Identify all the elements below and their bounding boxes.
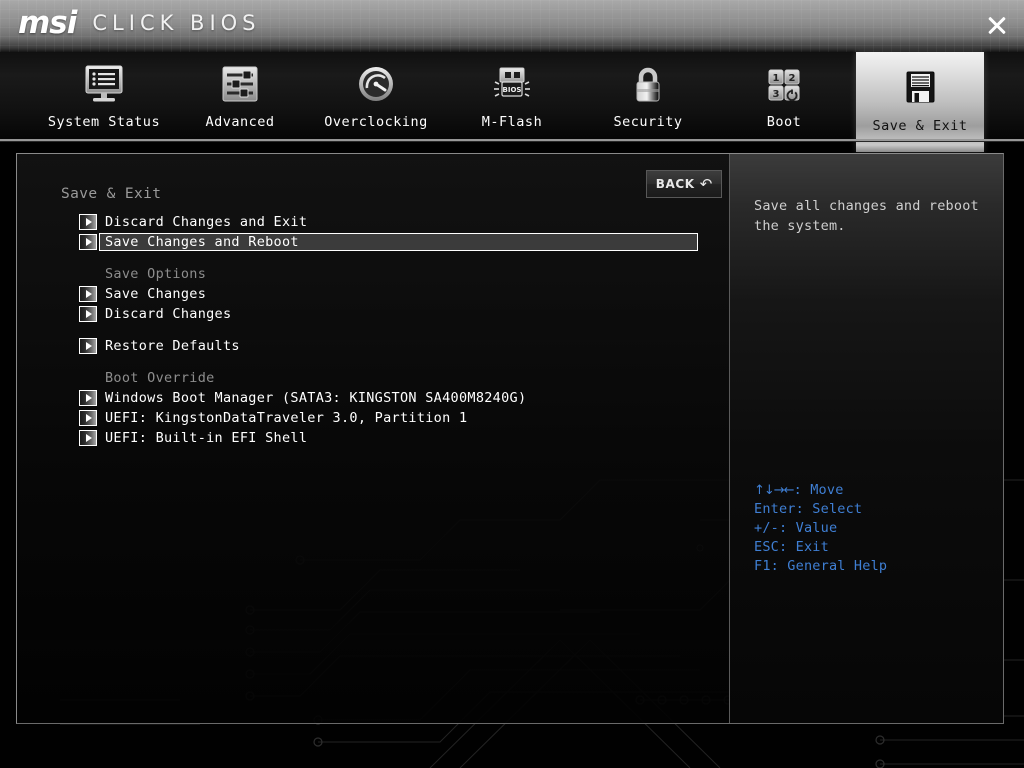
menu-section-label: Boot Override (105, 370, 215, 386)
svg-text:1: 1 (773, 73, 780, 84)
msi-wordmark: msi (18, 5, 77, 41)
arrow-keys-icon: ↑↓→← (754, 483, 795, 498)
click-bios-wordmark: CLICK BIOS (92, 11, 261, 35)
back-button-label: BACK (655, 177, 695, 191)
hotkey-action: : Move (793, 482, 844, 498)
bios-screen: msi CLICK BIOS System Status Advanced Ov… (0, 0, 1024, 768)
arrow-right-icon[interactable] (79, 234, 97, 250)
usb-bios-icon: BIOS (490, 60, 534, 110)
hotkey-legend: ↑↓→←: Move Enter: Select +/-: Value ESC:… (754, 481, 887, 576)
hotkey-action: : Exit (778, 539, 829, 555)
help-description: Save all changes and reboot the system. (754, 198, 979, 234)
menu-section-save-options: Save Options (17, 264, 729, 284)
main-navigation: System Status Advanced Overclocking BIOS… (0, 52, 1024, 152)
tab-m-flash[interactable]: BIOS M-Flash (450, 52, 574, 141)
hotkey-key: Enter (754, 501, 796, 517)
close-icon[interactable] (984, 12, 1010, 38)
tab-label: Boot (766, 114, 802, 130)
tab-label: Overclocking (324, 114, 428, 130)
brand-logo: msi CLICK BIOS (18, 6, 261, 40)
hotkey-select: Enter: Select (754, 500, 887, 519)
menu-item-label: Save Changes (105, 286, 207, 302)
sliders-icon (218, 60, 262, 110)
tab-label: Advanced (205, 114, 275, 130)
hotkey-key: ESC (754, 539, 779, 555)
gauge-icon (354, 60, 398, 110)
arrow-right-icon[interactable] (79, 390, 97, 406)
settings-menu: Discard Changes and Exit Save Changes an… (17, 212, 729, 448)
menu-item-label: UEFI: KingstonDataTraveler 3.0, Partitio… (105, 410, 468, 426)
menu-item-label: Restore Defaults (105, 338, 240, 354)
arrow-right-icon[interactable] (79, 338, 97, 354)
content-panel: Save & Exit BACK ↶ Discard Changes and E… (16, 153, 1004, 724)
svg-text:3: 3 (773, 89, 780, 100)
menu-item-label: Discard Changes (105, 306, 232, 322)
tab-label: Save & Exit (872, 118, 968, 134)
tabbar-separator (0, 139, 1024, 142)
page-title: Save & Exit (61, 186, 162, 202)
hotkey-action: : General Help (770, 558, 888, 574)
hotkey-action: : Select (795, 501, 863, 517)
menu-spacer (17, 356, 729, 368)
menu-item-uefi-built-in-efi-shell[interactable]: UEFI: Built-in EFI Shell (17, 428, 729, 448)
floppy-disk-icon (898, 64, 942, 114)
settings-pane: Save & Exit BACK ↶ Discard Changes and E… (17, 154, 729, 723)
menu-item-uefi-kingston-datatraveler[interactable]: UEFI: KingstonDataTraveler 3.0, Partitio… (17, 408, 729, 428)
tab-label: M-Flash (481, 114, 543, 130)
boot-order-icon: 123 (762, 60, 806, 110)
back-button[interactable]: BACK ↶ (646, 170, 722, 198)
svg-text:2: 2 (789, 73, 796, 84)
hotkey-action: : Value (778, 520, 838, 536)
monitor-icon (80, 60, 128, 110)
svg-text:BIOS: BIOS (503, 86, 522, 94)
arrow-right-icon[interactable] (79, 410, 97, 426)
menu-item-label: Save Changes and Reboot (105, 234, 299, 250)
hotkey-move: ↑↓→←: Move (754, 481, 887, 500)
tab-security[interactable]: Security (586, 52, 710, 141)
hotkey-exit: ESC: Exit (754, 538, 887, 557)
hotkey-key: F1 (754, 558, 771, 574)
arrow-right-icon[interactable] (79, 214, 97, 230)
tab-label: Security (613, 114, 683, 130)
menu-item-label: UEFI: Built-in EFI Shell (105, 430, 308, 446)
hotkey-general-help: F1: General Help (754, 557, 887, 576)
menu-spacer (17, 324, 729, 336)
menu-spacer (17, 252, 729, 264)
title-bar: msi CLICK BIOS (0, 0, 1024, 52)
menu-section-boot-override: Boot Override (17, 368, 729, 388)
menu-section-label: Save Options (105, 266, 207, 282)
arrow-right-icon[interactable] (79, 286, 97, 302)
menu-item-discard-changes-and-exit[interactable]: Discard Changes and Exit (17, 212, 729, 232)
tab-label: System Status (47, 114, 161, 130)
menu-item-save-changes-and-reboot[interactable]: Save Changes and Reboot (17, 232, 729, 252)
hotkey-value: +/-: Value (754, 519, 887, 538)
menu-item-restore-defaults[interactable]: Restore Defaults (17, 336, 729, 356)
hotkey-key: +/- (754, 520, 779, 536)
help-pane: Save all changes and reboot the system. … (729, 154, 1003, 723)
tab-boot[interactable]: 123 Boot (722, 52, 846, 141)
tab-overclocking[interactable]: Overclocking (314, 52, 438, 141)
tab-advanced[interactable]: Advanced (178, 52, 302, 141)
menu-item-windows-boot-manager[interactable]: Windows Boot Manager (SATA3: KINGSTON SA… (17, 388, 729, 408)
arrow-right-icon[interactable] (79, 430, 97, 446)
padlock-icon (626, 60, 670, 110)
tab-save-exit[interactable]: Save & Exit (856, 52, 984, 152)
back-arrow-icon: ↶ (699, 175, 713, 193)
menu-item-save-changes[interactable]: Save Changes (17, 284, 729, 304)
menu-item-label: Windows Boot Manager (SATA3: KINGSTON SA… (105, 390, 527, 406)
menu-item-discard-changes[interactable]: Discard Changes (17, 304, 729, 324)
menu-item-label: Discard Changes and Exit (105, 214, 308, 230)
tab-system-status[interactable]: System Status (42, 52, 166, 141)
arrow-right-icon[interactable] (79, 306, 97, 322)
